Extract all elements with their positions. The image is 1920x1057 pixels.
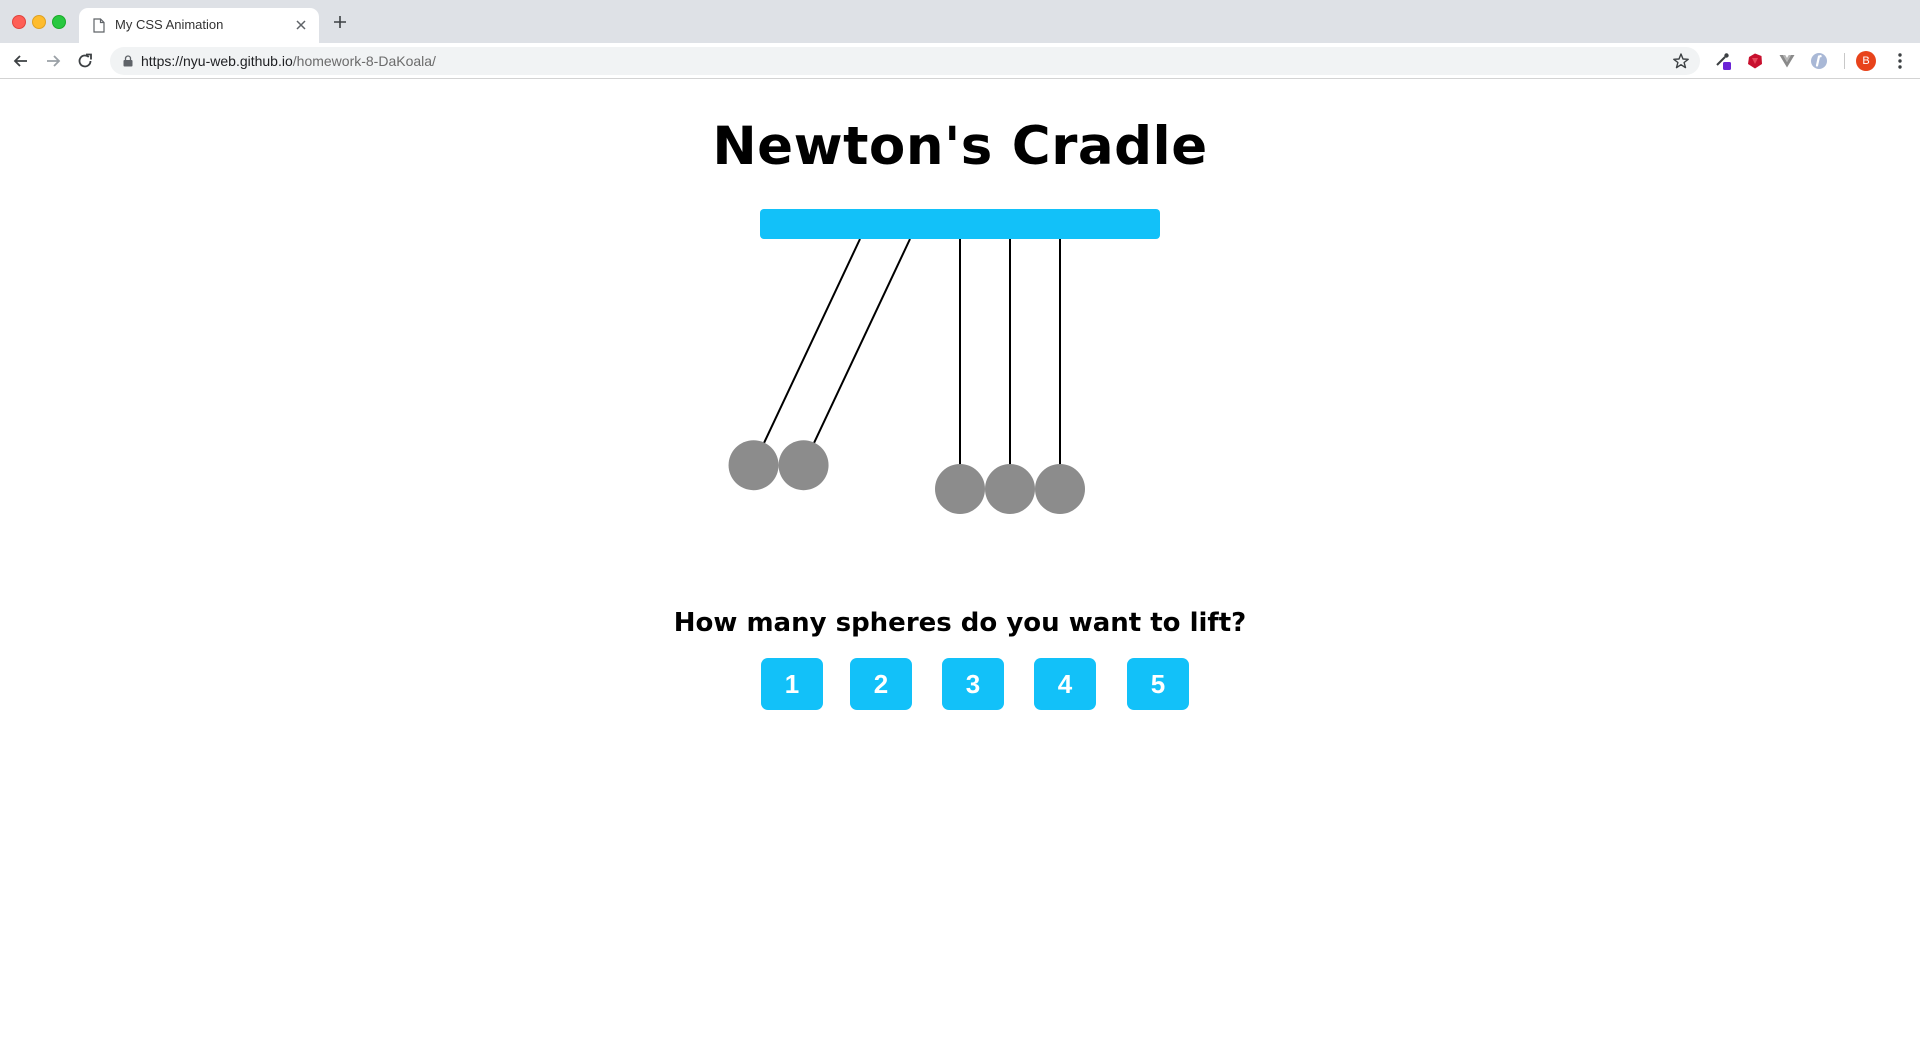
lift-2-button[interactable]: 2	[850, 658, 912, 710]
address-bar[interactable]: https://nyu-web.github.io/homework-8-DaK…	[110, 47, 1700, 75]
cradle-string	[802, 238, 911, 466]
close-tab-icon[interactable]	[293, 17, 309, 33]
lift-1-button[interactable]: 1	[761, 658, 823, 710]
more-menu-icon[interactable]	[1892, 51, 1908, 71]
profile-avatar[interactable]: B	[1856, 51, 1876, 71]
lifted-sphere	[778, 440, 829, 491]
vue-devtools-icon[interactable]	[1778, 52, 1796, 70]
lock-icon	[123, 55, 133, 67]
cradle-string	[752, 238, 861, 466]
tab-title: My CSS Animation	[115, 17, 224, 32]
url-path: /homework-8-DaKoala/	[292, 53, 436, 69]
lift-button-group: 12345	[0, 658, 1920, 710]
close-window-button[interactable]	[12, 15, 26, 29]
cradle-top-bar	[760, 209, 1160, 239]
resting-sphere	[1035, 464, 1085, 514]
minimize-window-button[interactable]	[32, 15, 46, 29]
browser-tab-strip: My CSS Animation	[0, 0, 1920, 43]
document-icon	[93, 18, 105, 33]
lift-question: How many spheres do you want to lift?	[673, 608, 1247, 638]
reload-icon[interactable]	[75, 51, 95, 71]
browser-tab[interactable]: My CSS Animation	[79, 8, 319, 43]
cradle-spheres	[728, 440, 1085, 514]
color-picker-extension-icon[interactable]	[1714, 52, 1732, 70]
resting-sphere	[935, 464, 985, 514]
page-title: Newton's Cradle	[712, 116, 1208, 177]
browser-toolbar: https://nyu-web.github.io/homework-8-DaK…	[0, 43, 1920, 79]
forward-arrow-icon[interactable]	[43, 51, 63, 71]
url-host: https://nyu-web.github.io	[141, 53, 293, 69]
maximize-window-button[interactable]	[52, 15, 66, 29]
toolbar-divider	[1844, 53, 1845, 69]
back-arrow-icon[interactable]	[11, 51, 31, 71]
bookmark-star-icon[interactable]	[1672, 52, 1690, 70]
info-extension-icon[interactable]	[1810, 52, 1828, 70]
resting-sphere	[985, 464, 1035, 514]
lift-3-button[interactable]: 3	[942, 658, 1004, 710]
new-tab-icon[interactable]	[332, 14, 348, 30]
newtons-cradle	[728, 209, 1160, 514]
lifted-sphere	[728, 440, 779, 491]
lift-4-button[interactable]: 4	[1034, 658, 1096, 710]
url-text: https://nyu-web.github.io/homework-8-DaK…	[141, 53, 436, 69]
lift-5-button[interactable]: 5	[1127, 658, 1189, 710]
ruby-extension-icon[interactable]	[1746, 52, 1764, 70]
